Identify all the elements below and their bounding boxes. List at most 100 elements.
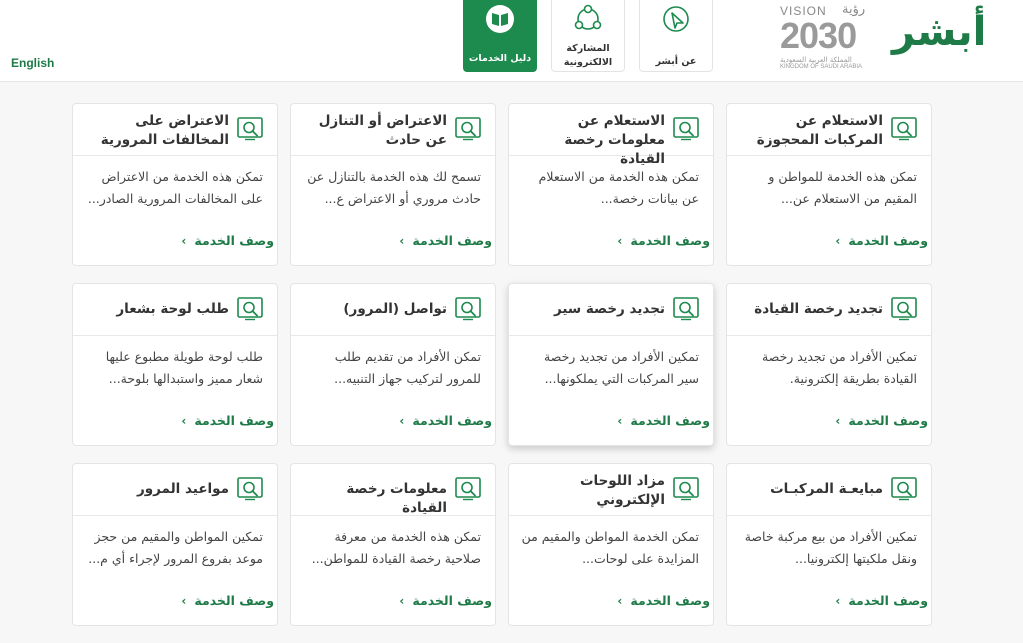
absher-brand: أبشر [892, 9, 987, 55]
card-description: تسمح لك هذه الخدمة بالتنازل عن حادث مرور… [307, 169, 481, 206]
service-description-link[interactable]: وصف الخدمة › [617, 593, 710, 608]
link-label: وصف الخدمة [630, 413, 710, 428]
service-description-link[interactable]: وصف الخدمة › [617, 233, 710, 248]
link-label: وصف الخدمة [412, 233, 492, 248]
card-description: تمكن هذه الخدمة من معرفة صلاحية رخصة الق… [311, 529, 481, 566]
card-header: الاستعلام عن المركبات المحجوزة [727, 104, 931, 156]
card-title: الاستعلام عن المركبات المحجوزة [756, 113, 883, 148]
card-title: مواعيد المرور [137, 481, 229, 497]
card-header: تواصل (المرور) [291, 284, 495, 336]
card-title: طلب لوحة بشعار [116, 301, 229, 317]
service-card[interactable]: معلومات رخصة القيادة تمكن هذه الخدمة من … [290, 463, 496, 626]
service-card[interactable]: مواعيد المرور تمكين المواطن والمقيم من ح… [72, 463, 278, 626]
service-description-link[interactable]: وصف الخدمة › [181, 593, 274, 608]
chevron-left-icon: › [399, 234, 405, 248]
service-card[interactable]: تجديد رخصة القيادة تمكين الأفراد من تجدي… [726, 283, 932, 446]
service-description-link[interactable]: وصف الخدمة › [181, 413, 274, 428]
card-description: تمكين المواطن والمقيم من حجز موعد بفروع … [88, 529, 263, 566]
pointer-icon [663, 6, 689, 32]
card-description: تمكن الخدمة المواطن والمقيم من المزايدة … [521, 529, 699, 566]
card-header: الاعتراض أو التنازل عن حادث [291, 104, 495, 156]
service-description-link[interactable]: وصف الخدمة › [617, 413, 710, 428]
search-doc-icon [237, 297, 263, 321]
nav-tab-about-absher[interactable]: عن أبشر [639, 0, 713, 72]
card-header: طلب لوحة بشعار [73, 284, 277, 336]
link-label: وصف الخدمة [848, 233, 928, 248]
service-description-link[interactable]: وصف الخدمة › [399, 233, 492, 248]
kingdom-en-label: KINGDOM OF SAUDI ARABIA [780, 64, 863, 70]
nav-tab-services-guide[interactable]: دليل الخدمات [463, 0, 537, 72]
card-header: مبايعـة المركبـات [727, 464, 931, 516]
service-description-link[interactable]: وصف الخدمة › [399, 413, 492, 428]
card-header: تجديد رخصة سير [509, 284, 713, 336]
kingdom-ar-label: المملكة العربية السعودية [780, 56, 852, 64]
language-switch-link[interactable]: English [11, 56, 54, 70]
chevron-left-icon: › [835, 414, 841, 428]
chevron-left-icon: › [399, 594, 405, 608]
card-title: تجديد رخصة سير [553, 301, 665, 317]
card-title: مبايعـة المركبـات [770, 481, 883, 497]
service-description-link[interactable]: وصف الخدمة › [181, 233, 274, 248]
service-description-link[interactable]: وصف الخدمة › [835, 413, 928, 428]
card-description: تمكين الأفراد من تجديد رخصة القيادة بطري… [762, 349, 917, 386]
chevron-left-icon: › [399, 414, 405, 428]
chevron-left-icon: › [181, 594, 187, 608]
service-card[interactable]: الاستعلام عن معلومات رخصة القيادة تمكن ه… [508, 103, 714, 266]
search-doc-icon [673, 297, 699, 321]
search-doc-icon [891, 297, 917, 321]
book-icon [486, 5, 514, 33]
link-label: وصف الخدمة [630, 593, 710, 608]
search-doc-icon [455, 477, 481, 501]
service-card[interactable]: الاعتراض أو التنازل عن حادث تسمح لك هذه … [290, 103, 496, 266]
card-header: تجديد رخصة القيادة [727, 284, 931, 336]
chevron-left-icon: › [617, 414, 623, 428]
card-header: مزاد اللوحات الإلكتروني [509, 464, 713, 516]
chevron-left-icon: › [835, 234, 841, 248]
card-title: تجديد رخصة القيادة [754, 301, 883, 317]
service-card[interactable]: مزاد اللوحات الإلكتروني تمكن الخدمة المو… [508, 463, 714, 626]
site-header: English دليل الخدمات المشاركة الالكتروني… [0, 0, 1023, 82]
search-doc-icon [673, 477, 699, 501]
service-description-link[interactable]: وصف الخدمة › [835, 593, 928, 608]
link-label: وصف الخدمة [194, 593, 274, 608]
card-description: تمكن الأفراد من تقديم طلب للمرور لتركيب … [334, 349, 481, 386]
card-header: الاعتراض على المخالفات المرورية [73, 104, 277, 156]
card-description: طلب لوحة طويلة مطبوع عليها شعار مميز واس… [105, 349, 263, 386]
service-card[interactable]: الاستعلام عن المركبات المحجوزة تمكن هذه … [726, 103, 932, 266]
link-label: وصف الخدمة [412, 593, 492, 608]
card-header: معلومات رخصة القيادة [291, 464, 495, 516]
logo[interactable]: VISION رؤية 2030 المملكة العربية السعودي… [780, 2, 986, 74]
vision-year: 2030 [780, 15, 857, 56]
card-title: تواصل (المرور) [343, 301, 447, 317]
chevron-left-icon: › [181, 414, 187, 428]
service-card[interactable]: تواصل (المرور) تمكن الأفراد من تقديم طلب… [290, 283, 496, 446]
service-card[interactable]: تجديد رخصة سير تمكين الأفراد من تجديد رخ… [508, 283, 714, 446]
chevron-left-icon: › [617, 234, 623, 248]
card-title: الاستعلام عن معلومات رخصة القيادة [564, 113, 665, 167]
card-description: تمكين الأفراد من بيع مركبة خاصة ونقل ملك… [744, 529, 917, 566]
service-card[interactable]: مبايعـة المركبـات تمكين الأفراد من بيع م… [726, 463, 932, 626]
card-header: مواعيد المرور [73, 464, 277, 516]
service-description-link[interactable]: وصف الخدمة › [835, 233, 928, 248]
chevron-left-icon: › [617, 594, 623, 608]
card-header: الاستعلام عن معلومات رخصة القيادة [509, 104, 713, 167]
nav-tab-e-participation[interactable]: المشاركة الالكترونية [551, 0, 625, 72]
card-title: معلومات رخصة القيادة [346, 481, 447, 516]
link-label: وصف الخدمة [194, 413, 274, 428]
share-icon [574, 4, 602, 30]
card-title: الاعتراض على المخالفات المرورية [100, 113, 229, 148]
card-description: تمكن هذه الخدمة من الاستعلام عن بيانات ر… [538, 169, 699, 206]
link-label: وصف الخدمة [848, 593, 928, 608]
search-doc-icon [891, 477, 917, 501]
service-description-link[interactable]: وصف الخدمة › [399, 593, 492, 608]
service-card[interactable]: الاعتراض على المخالفات المرورية تمكن هذه… [72, 103, 278, 266]
nav-label: دليل الخدمات [468, 53, 532, 64]
search-doc-icon [237, 117, 263, 141]
service-card[interactable]: طلب لوحة بشعار طلب لوحة طويلة مطبوع عليه… [72, 283, 278, 446]
nav-label: عن أبشر [655, 56, 697, 67]
card-description: تمكن هذه الخدمة للمواطن و المقيم من الاس… [768, 169, 917, 206]
card-description: تمكين الأفراد من تجديد رخصة سير المركبات… [544, 349, 699, 386]
search-doc-icon [455, 297, 481, 321]
card-title: مزاد اللوحات الإلكتروني [579, 473, 665, 508]
link-label: وصف الخدمة [194, 233, 274, 248]
